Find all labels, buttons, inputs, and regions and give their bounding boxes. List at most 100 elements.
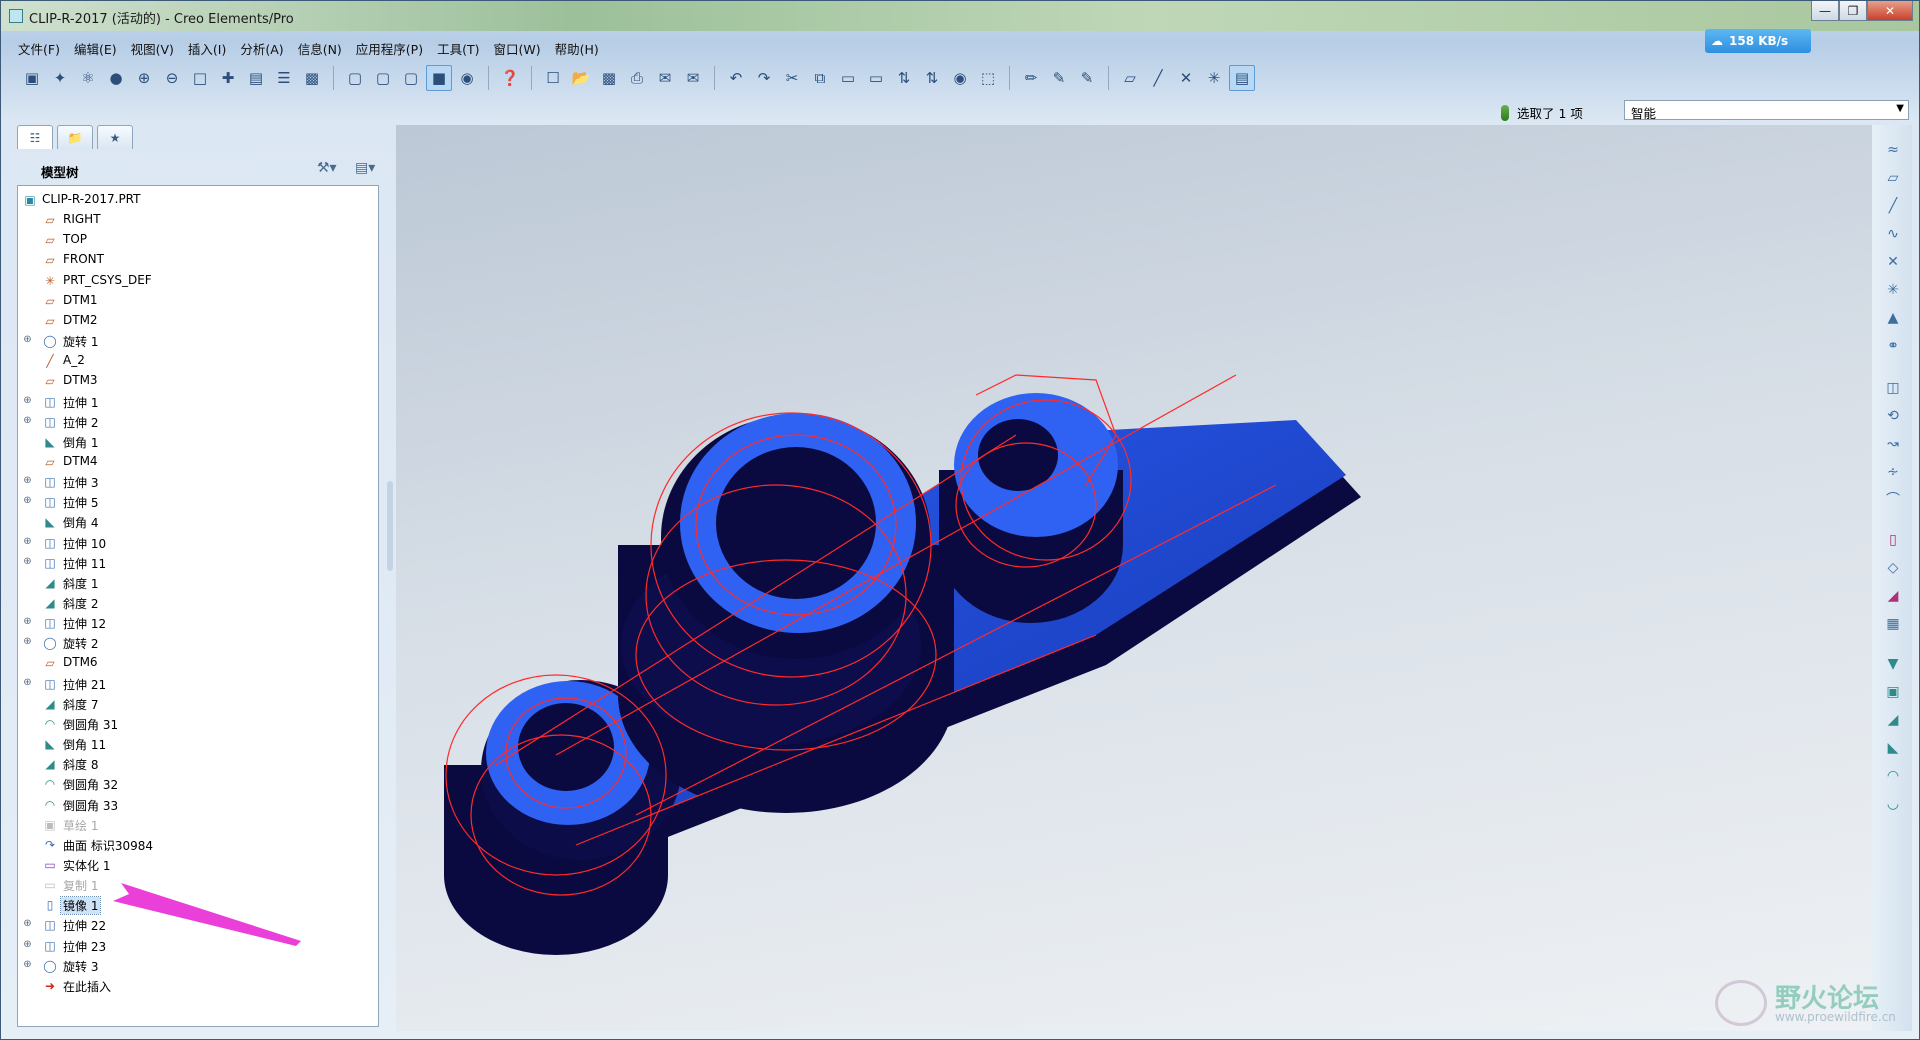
enhanced-realism-icon[interactable]: ◉	[454, 65, 480, 91]
expand-icon[interactable]: ⊕	[22, 556, 33, 568]
refit-icon[interactable]: □	[187, 65, 213, 91]
paste-special-icon[interactable]: ▭	[863, 65, 889, 91]
layers-icon[interactable]: ☰	[271, 65, 297, 91]
tree-item[interactable]: ⊕ ◫ 拉伸 1	[18, 392, 378, 412]
tab-model-tree[interactable]: ☷	[17, 125, 53, 149]
tree-item[interactable]: ◠ 倒圆角 32	[18, 774, 378, 794]
tree-item[interactable]: ◣ 倒角 4	[18, 512, 378, 532]
tree-item[interactable]: ⊕ ◫ 拉伸 22	[18, 915, 378, 935]
tree-item[interactable]: ◢ 斜度 8	[18, 754, 378, 774]
save-icon[interactable]: ▩	[596, 65, 622, 91]
expand-icon[interactable]: ⊕	[22, 939, 33, 951]
round-tool-icon[interactable]: ◠	[1882, 765, 1904, 787]
tree-item[interactable]: ⊕ ◫ 拉伸 11	[18, 553, 378, 573]
menu-tools[interactable]: 工具(T)	[430, 36, 486, 58]
redo-icon[interactable]: ↷	[751, 65, 777, 91]
tree-columns-icon[interactable]: ▤▾	[355, 160, 375, 176]
undo-icon[interactable]: ↶	[723, 65, 749, 91]
shell-tool-icon[interactable]: ▣	[1882, 681, 1904, 703]
paste-icon[interactable]: ▭	[835, 65, 861, 91]
maximize-button[interactable]: ❐	[1839, 1, 1867, 21]
view-manager-icon[interactable]: ▩	[299, 65, 325, 91]
tree-item[interactable]: ✳ PRT_CSYS_DEF	[18, 271, 378, 291]
sketch-options-icon[interactable]: ✎	[1074, 65, 1100, 91]
zoom-in-icon[interactable]: ⊕	[131, 65, 157, 91]
tree-item[interactable]: ◣ 倒角 11	[18, 734, 378, 754]
analysis-feature-icon[interactable]: ▲	[1882, 307, 1904, 329]
copy-icon[interactable]: ⧉	[807, 65, 833, 91]
tree-item[interactable]: ▱ DTM6	[18, 653, 378, 673]
tree-item[interactable]: ▱ DTM4	[18, 452, 378, 472]
tree-item[interactable]: ⊕ ◯ 旋转 1	[18, 331, 378, 351]
tree-item[interactable]: ▱ DTM3	[18, 371, 378, 391]
expand-icon[interactable]: ⊕	[22, 415, 33, 427]
menu-insert[interactable]: 插入(I)	[181, 36, 233, 58]
send-link-icon[interactable]: ✉	[680, 65, 706, 91]
menu-window[interactable]: 窗口(W)	[486, 36, 547, 58]
saved-views-icon[interactable]: ▤	[243, 65, 269, 91]
wireframe-icon[interactable]: ▢	[342, 65, 368, 91]
tree-item[interactable]: ▱ DTM1	[18, 291, 378, 311]
tree-item[interactable]: ▱ RIGHT	[18, 210, 378, 230]
extrude-tool-icon[interactable]: ◫	[1882, 377, 1904, 399]
tree-item[interactable]: ⊕ ◫ 拉伸 5	[18, 492, 378, 512]
tree-item[interactable]: ◢ 斜度 1	[18, 573, 378, 593]
datum-axis-tool-icon[interactable]: ╱	[1882, 195, 1904, 217]
annotation-display-icon[interactable]: ▤	[1229, 65, 1255, 91]
tree-item[interactable]: ▯ 镜像 1	[18, 895, 378, 916]
datum-curve-tool-icon[interactable]: ∿	[1882, 223, 1904, 245]
tree-item[interactable]: ▣ CLIP-R-2017.PRT	[18, 190, 378, 210]
tree-item[interactable]: ⊕ ◯ 旋转 3	[18, 956, 378, 976]
boundary-blend-icon[interactable]: ⌒	[1882, 489, 1904, 511]
datum-plane-tool-icon[interactable]: ▱	[1882, 167, 1904, 189]
sketch-tool-icon[interactable]: ✏	[1018, 65, 1044, 91]
chamfer-tool-icon[interactable]: ◡	[1882, 793, 1904, 815]
menu-help[interactable]: 帮助(H)	[548, 36, 606, 58]
panel-resize-handle[interactable]	[387, 481, 393, 571]
expand-icon[interactable]: ⊕	[22, 617, 33, 628]
expand-icon[interactable]: ⊕	[22, 919, 33, 930]
csys-tool-icon[interactable]: ✳	[1882, 279, 1904, 301]
expand-icon[interactable]: ⊕	[22, 637, 33, 648]
tab-favorites[interactable]: ★	[97, 125, 133, 149]
menu-edit[interactable]: 编辑(E)	[67, 36, 124, 58]
expand-icon[interactable]: ⊕	[22, 536, 33, 548]
hole-tool-icon[interactable]: ▼	[1882, 653, 1904, 675]
pattern-tool-icon[interactable]: ▦	[1882, 613, 1904, 635]
revolve-tool-icon[interactable]: ⟲	[1882, 405, 1904, 427]
tree-item[interactable]: ⊕ ◫ 拉伸 10	[18, 533, 378, 553]
tree-settings-icon[interactable]: ⚒▾	[317, 160, 337, 176]
new-file-icon[interactable]: ☐	[540, 65, 566, 91]
graphics-viewport[interactable]	[396, 125, 1872, 1031]
expand-icon[interactable]: ⊕	[22, 677, 33, 689]
tree-item[interactable]: ◠ 倒圆角 33	[18, 795, 378, 815]
expand-icon[interactable]: ⊕	[22, 476, 33, 487]
draft-tool-icon[interactable]: ◣	[1882, 737, 1904, 759]
csys-display-icon[interactable]: ✳	[1201, 65, 1227, 91]
context-help-icon[interactable]: ❓	[497, 65, 523, 91]
minimize-button[interactable]: —	[1811, 1, 1839, 21]
rib-tool-icon[interactable]: ◢	[1882, 709, 1904, 731]
tree-item[interactable]: ◠ 倒圆角 31	[18, 714, 378, 734]
selection-filter-dropdown[interactable]: 智能 ▼	[1624, 100, 1909, 121]
sketch-datum-icon[interactable]: ≈	[1882, 139, 1904, 161]
repaint-icon[interactable]: ▣	[19, 65, 45, 91]
regen-manager-icon[interactable]: ⇅	[919, 65, 945, 91]
close-button[interactable]: ✕	[1867, 1, 1913, 21]
blend-tool-icon[interactable]: ∻	[1882, 461, 1904, 483]
tree-item[interactable]: ▱ TOP	[18, 230, 378, 250]
spin-center-icon[interactable]: ✦	[47, 65, 73, 91]
tree-item[interactable]: ⊕ ◫ 拉伸 2	[18, 412, 378, 432]
tree-item[interactable]: ▱ DTM2	[18, 311, 378, 331]
axis-display-icon[interactable]: ╱	[1145, 65, 1171, 91]
tree-item[interactable]: ⊕ ◫ 拉伸 23	[18, 936, 378, 956]
menu-info[interactable]: 信息(N)	[291, 36, 349, 58]
sweep-tool-icon[interactable]: ↝	[1882, 433, 1904, 455]
shading-icon[interactable]: ■	[426, 65, 452, 91]
cut-icon[interactable]: ✂	[779, 65, 805, 91]
tree-item[interactable]: ▭ 实体化 1	[18, 855, 378, 875]
tree-item[interactable]: ▱ FRONT	[18, 250, 378, 270]
mirror-tool-icon[interactable]: ▯	[1882, 529, 1904, 551]
open-file-icon[interactable]: 📂	[568, 65, 594, 91]
menu-view[interactable]: 视图(V)	[124, 36, 181, 58]
